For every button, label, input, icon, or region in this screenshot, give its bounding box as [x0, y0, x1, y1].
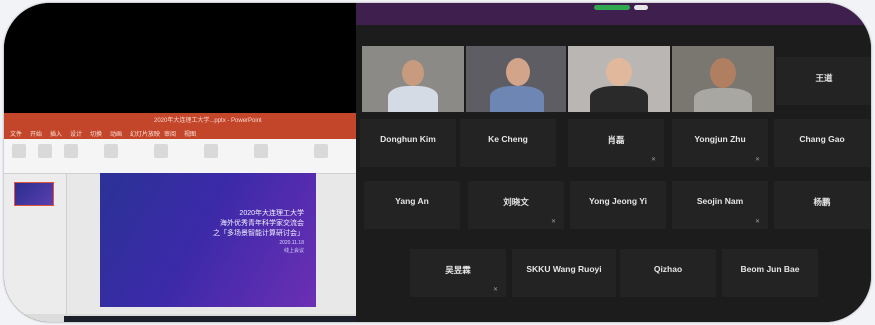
font-icon[interactable] [64, 144, 78, 158]
participant-tile[interactable]: Seojin Nam ✕ [672, 181, 768, 229]
paste-icon[interactable] [12, 144, 26, 158]
participant-body [490, 86, 544, 112]
ppt-tab-design[interactable]: 设计 [70, 129, 82, 138]
participant-name: Yang An [395, 196, 429, 206]
participant-tile[interactable]: Ke Cheng [460, 119, 556, 167]
slide-thumbnail[interactable] [14, 182, 54, 206]
mic-muted-icon: ✕ [550, 219, 556, 225]
ppt-tab-view[interactable]: 视图 [184, 129, 196, 138]
mic-muted-icon: ✕ [754, 219, 760, 225]
participant-face [402, 60, 424, 86]
participant-name: Yongjun Zhu [694, 134, 746, 144]
participant-body [388, 86, 438, 112]
video-tile-4[interactable] [672, 46, 774, 112]
ppt-tab-insert[interactable]: 插入 [50, 129, 62, 138]
participant-tile[interactable]: Donghun Kim [360, 119, 456, 167]
ppt-tab-review[interactable]: 审阅 [164, 129, 176, 138]
ppt-tab-slideshow[interactable]: 幻灯片放映 [130, 129, 160, 138]
view-toggle-icon[interactable] [594, 5, 630, 10]
participant-tile[interactable]: Yong Jeong Yi [570, 181, 666, 229]
participant-name: Chang Gao [799, 134, 845, 144]
slide-line-2: 海外优秀青年科学家交流会 [220, 220, 304, 227]
participant-name: 肖磊 [607, 135, 625, 145]
participant-tile[interactable]: 吴昱霖 ✕ [410, 249, 506, 297]
new-slide-icon[interactable] [38, 144, 52, 158]
ppt-tab-file[interactable]: 文件 [10, 129, 22, 138]
participant-name: SKKU Wang Ruoyi [526, 264, 602, 274]
participant-face [710, 58, 736, 88]
video-tile-1[interactable] [362, 46, 464, 112]
mic-muted-icon: ✕ [492, 287, 498, 293]
slide-thumbnail-pane [4, 174, 67, 314]
participant-tile[interactable]: 刘晓文 ✕ [468, 181, 564, 229]
current-slide: 2020年大连理工大学 海外优秀青年科学家交流会 之「多场景智能计算研讨会」 2… [100, 173, 316, 307]
slide-line-3: 之「多场景智能计算研讨会」 [213, 230, 304, 237]
participant-name: 吴昱霖 [445, 265, 471, 275]
ppt-ribbon-tabs: 文件 开始 插入 设计 切换 动画 幻灯片放映 审阅 视图 [4, 127, 356, 139]
ppt-tab-animations[interactable]: 动画 [110, 129, 122, 138]
participant-tile[interactable]: SKKU Wang Ruoyi [512, 249, 616, 297]
paragraph-icon[interactable] [104, 144, 118, 158]
screen-share-area: 2020年大连理工大学...pptx - PowerPoint 文件 开始 插入… [4, 3, 356, 322]
view-toggle-secondary-icon[interactable] [634, 5, 648, 10]
participant-tile[interactable]: Qizhao [620, 249, 716, 297]
participant-name: 刘晓文 [503, 197, 529, 207]
participant-tile[interactable]: 王道 [776, 57, 871, 105]
participant-name: Seojin Nam [696, 196, 744, 206]
gallery-view: 王道 Donghun Kim Ke Cheng 肖磊 ✕ Yongjun Zhu… [356, 3, 871, 322]
participant-body [590, 86, 648, 112]
participant-tile[interactable]: Beom Jun Bae [722, 249, 818, 297]
ppt-window-title: 2020年大连理工大学...pptx - PowerPoint [154, 118, 262, 124]
ppt-tab-home[interactable]: 开始 [30, 129, 42, 138]
find-icon[interactable] [254, 144, 268, 158]
ppt-titlebar: 2020年大连理工大学...pptx - PowerPoint [4, 113, 356, 127]
participant-tile[interactable]: Yongjun Zhu ✕ [672, 119, 768, 167]
participant-tile[interactable]: 肖磊 ✕ [568, 119, 664, 167]
slide-line-1: 2020年大连理工大学 [239, 210, 304, 217]
participant-name: 杨鹏 [813, 197, 831, 207]
mic-muted-icon: ✕ [650, 157, 656, 163]
video-tile-2[interactable] [466, 46, 566, 112]
slide-subtitle: 线上会议 [283, 248, 304, 254]
windows-taskbar [64, 316, 356, 322]
participant-name: 王道 [815, 73, 833, 83]
slide-title-block: 2020年大连理工大学 海外优秀青年科学家交流会 之「多场景智能计算研讨会」 2… [213, 209, 304, 255]
participant-name: Ke Cheng [488, 134, 528, 144]
shapes-icon[interactable] [154, 144, 168, 158]
participant-face [506, 58, 530, 86]
meeting-window: 2020年大连理工大学...pptx - PowerPoint 文件 开始 插入… [4, 3, 871, 322]
slide-date: 2020.11.18 [279, 240, 304, 246]
participant-name: Yong Jeong Yi [589, 196, 647, 206]
ppt-tab-transitions[interactable]: 切换 [90, 129, 102, 138]
design-ideas-icon[interactable] [314, 144, 328, 158]
arrange-icon[interactable] [204, 144, 218, 158]
powerpoint-window: 2020年大连理工大学...pptx - PowerPoint 文件 开始 插入… [4, 113, 356, 322]
participant-name: Donghun Kim [380, 134, 436, 144]
participant-tile[interactable]: Yang An [364, 181, 460, 229]
participant-name: Qizhao [653, 264, 683, 274]
ppt-ribbon [4, 139, 356, 174]
participant-body [694, 88, 752, 112]
meeting-top-bar [356, 3, 871, 25]
participant-tile[interactable]: 杨鹏 [774, 181, 870, 229]
participant-face [606, 58, 632, 86]
mic-muted-icon: ✕ [754, 157, 760, 163]
participant-name: Beom Jun Bae [740, 264, 800, 274]
participant-tile[interactable]: Chang Gao [774, 119, 870, 167]
video-tile-3[interactable] [568, 46, 670, 112]
